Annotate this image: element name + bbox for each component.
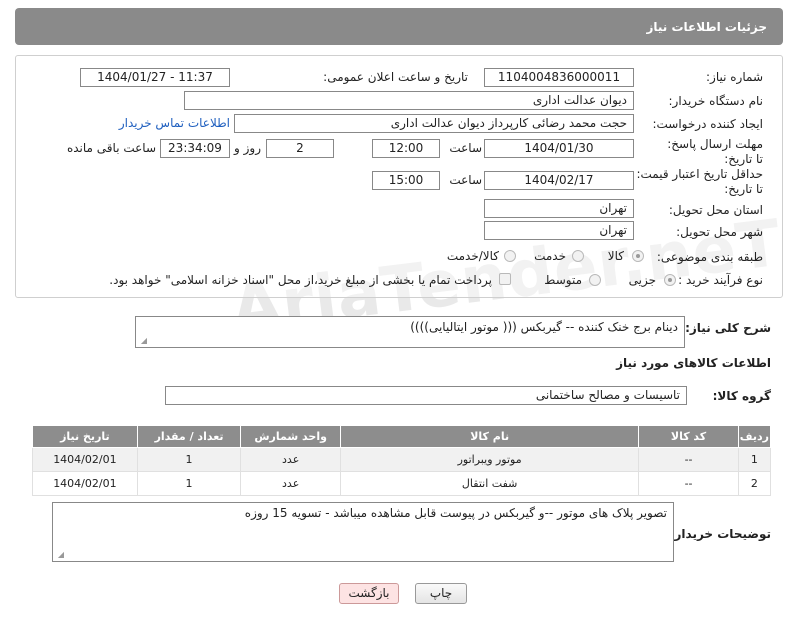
category-option-goods: کالا	[607, 249, 624, 263]
days-field: 2	[266, 139, 334, 158]
resize-grip-icon[interactable]: ◢	[56, 551, 64, 559]
cell-code: --	[638, 471, 739, 496]
province-field: تهران	[484, 199, 634, 218]
category-option-goods-service: کالا/خدمت	[446, 249, 499, 263]
announce-field: 1404/01/27 - 11:37	[80, 68, 230, 87]
table-row: 2 -- شفت انتقال عدد 1 1404/02/01	[32, 471, 772, 496]
page-title: جزئیات اطلاعات نیاز	[646, 20, 767, 34]
buyer-notes-label: توضیحات خریدار:	[669, 527, 771, 541]
city-label: شهر محل تحویل:	[676, 225, 763, 239]
print-button[interactable]: چاپ	[415, 583, 467, 604]
category-label: طبقه بندی موضوعی:	[656, 250, 763, 264]
cell-code: --	[638, 447, 739, 472]
process-radio-medium[interactable]	[589, 274, 601, 286]
category-radio-service[interactable]	[572, 250, 584, 262]
validity-time-label: ساعت	[449, 173, 482, 187]
cell-quantity: 1	[136, 447, 242, 472]
remaining-label: ساعت باقی مانده	[66, 141, 156, 155]
cell-name: شفت انتقال	[339, 471, 640, 496]
goods-group-label: گروه کالا:	[712, 389, 771, 403]
description-textarea[interactable]: دینام برج خنک کننده -- گیربکس ((( موتور …	[135, 316, 685, 348]
requester-field: حجت محمد رضائی کارپرداز دیوان عدالت ادار…	[234, 114, 634, 133]
buyer-notes-textarea[interactable]: تصویر پلاک های موتور --و گیربکس در پیوست…	[52, 502, 674, 562]
cell-quantity: 1	[136, 471, 242, 496]
cell-date: 1404/02/01	[32, 447, 138, 472]
table-row: 1 -- موتور ویبراتور عدد 1 1404/02/01	[32, 447, 772, 472]
process-label: نوع فرآیند خرید :	[678, 273, 763, 287]
cell-date: 1404/02/01	[32, 471, 138, 496]
back-button[interactable]: بازگشت	[339, 583, 399, 604]
description-label: شرح کلی نیاز:	[685, 321, 771, 335]
requester-label: ایجاد کننده درخواست:	[652, 117, 763, 131]
remaining-time-field: 23:34:09	[160, 139, 230, 158]
validity-date-field: 1404/02/17	[484, 171, 634, 190]
items-table: ردیف کد کالا نام کالا واحد شمارش تعداد /…	[32, 425, 772, 496]
page-header: جزئیات اطلاعات نیاز	[15, 8, 783, 45]
announce-label: تاریخ و ساعت اعلان عمومی:	[323, 70, 468, 84]
col-date: تاریخ نیاز	[32, 425, 138, 448]
col-code: کد کالا	[638, 425, 739, 448]
goods-info-title: اطلاعات کالاهای مورد نیاز	[616, 356, 771, 370]
category-option-service: خدمت	[534, 249, 566, 263]
need-number-label: شماره نیاز:	[706, 70, 763, 84]
payment-note: پرداخت تمام یا بخشی از مبلغ خرید،از محل …	[109, 273, 492, 287]
validity-label: حداقل تاریخ اعتبار قیمت: تا تاریخ:	[636, 167, 763, 196]
deadline-time-label: ساعت	[449, 141, 482, 155]
col-name: نام کالا	[339, 425, 640, 448]
cell-name: موتور ویبراتور	[339, 447, 640, 472]
description-text: دینام برج خنک کننده -- گیربکس ((( موتور …	[410, 320, 678, 334]
process-radio-minor[interactable]	[664, 274, 676, 286]
col-quantity: تعداد / مقدار	[136, 425, 242, 448]
days-label: روز و	[234, 141, 261, 155]
buyer-notes-text: تصویر پلاک های موتور --و گیربکس در پیوست…	[244, 506, 667, 520]
treasury-checkbox[interactable]	[499, 273, 511, 285]
city-field: تهران	[484, 221, 634, 240]
process-option-medium: متوسط	[544, 273, 582, 287]
contact-info-link[interactable]: اطلاعات تماس خریدار	[119, 116, 230, 130]
table-header-row: ردیف کد کالا نام کالا واحد شمارش تعداد /…	[32, 425, 772, 448]
resize-grip-icon[interactable]: ◢	[139, 337, 147, 345]
deadline-time-field: 12:00	[372, 139, 440, 158]
cell-row: 1	[737, 447, 772, 472]
deadline-label: مهلت ارسال پاسخ: تا تاریخ:	[667, 137, 763, 166]
cell-unit: عدد	[240, 447, 341, 472]
validity-time-field: 15:00	[372, 171, 440, 190]
category-radio-goods[interactable]	[632, 250, 644, 262]
goods-group-field: تاسیسات و مصالح ساختمانی	[165, 386, 687, 405]
col-row: ردیف	[737, 425, 772, 448]
deadline-date-field: 1404/01/30	[484, 139, 634, 158]
col-unit: واحد شمارش	[240, 425, 341, 448]
process-option-minor: جزیی	[628, 273, 656, 287]
need-number-field: 1104004836000011	[484, 68, 634, 87]
category-radio-goods-service[interactable]	[504, 250, 516, 262]
buyer-org-field: دیوان عدالت اداری	[184, 91, 634, 110]
cell-row: 2	[737, 471, 772, 496]
province-label: استان محل تحویل:	[668, 203, 763, 217]
cell-unit: عدد	[240, 471, 341, 496]
buyer-org-label: نام دستگاه خریدار:	[668, 94, 764, 108]
